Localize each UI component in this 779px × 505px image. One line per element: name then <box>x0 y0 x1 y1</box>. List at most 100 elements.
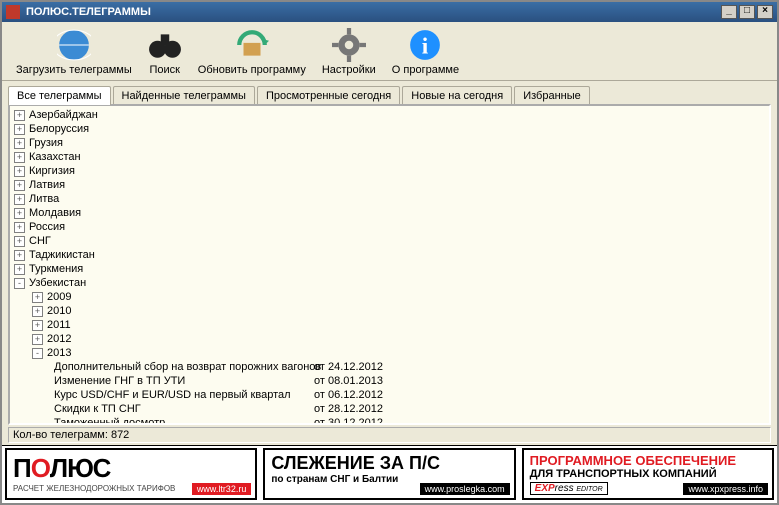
tree-item[interactable]: + Латвия <box>10 178 769 192</box>
search-label: Поиск <box>150 64 180 76</box>
tab-new-today[interactable]: Новые на сегодня <box>402 86 512 105</box>
expand-toggle[interactable]: + <box>32 292 43 303</box>
tree-item[interactable]: + Азербайджан <box>10 108 769 122</box>
gear-icon <box>332 28 366 62</box>
tree-label: Дополнительный сбор на возврат порожних … <box>54 361 314 373</box>
tree-item[interactable]: Таможенный досмотрот 30.12.2012 <box>10 416 769 423</box>
tree-item[interactable]: + Киргизия <box>10 164 769 178</box>
tree-item[interactable]: +2012 <box>10 332 769 346</box>
tree-item[interactable]: Дополнительный сбор на возврат порожних … <box>10 360 769 374</box>
expand-toggle[interactable]: + <box>14 124 25 135</box>
tree-label: 2011 <box>47 319 71 331</box>
search-button[interactable]: Поиск <box>140 26 190 78</box>
tree-item[interactable]: + Россия <box>10 220 769 234</box>
update-label: Обновить программу <box>198 64 306 76</box>
ad3-head: ПРОГРАММНОЕ ОБЕСПЕЧЕНИЕ <box>530 453 766 468</box>
expand-toggle[interactable]: + <box>14 166 25 177</box>
tree-label: 2012 <box>47 333 71 345</box>
tree-item[interactable]: + Молдавия <box>10 206 769 220</box>
ad2-url: www.proslegka.com <box>420 483 510 495</box>
tree-panel: +Азербайджан+Белоруссия+Грузия+Казахстан… <box>8 104 771 425</box>
tree-date: от 24.12.2012 <box>314 361 383 373</box>
tree-item[interactable]: +2009 <box>10 290 769 304</box>
expand-toggle[interactable]: + <box>14 264 25 275</box>
expand-toggle[interactable]: + <box>32 334 43 345</box>
expand-toggle[interactable]: - <box>14 278 25 289</box>
expand-toggle[interactable]: + <box>14 180 25 191</box>
tab-all[interactable]: Все телеграммы <box>8 86 111 105</box>
ad1-url: www.ltr32.ru <box>192 483 252 495</box>
tree-item[interactable]: +2010 <box>10 304 769 318</box>
tree-item[interactable]: +Грузия <box>10 136 769 150</box>
expand-toggle[interactable]: + <box>14 194 25 205</box>
ad-proslegka[interactable]: СЛЕЖЕНИЕ ЗА П/С по странам СНГ и Балтии … <box>263 448 515 500</box>
tree: +Азербайджан+Белоруссия+Грузия+Казахстан… <box>10 106 769 423</box>
ad3-sub: ДЛЯ ТРАНСПОРТНЫХ КОМПАНИЙ <box>530 468 766 480</box>
info-icon: i <box>408 28 442 62</box>
tree-date: от 08.01.2013 <box>314 375 383 387</box>
tree-label: Латвия <box>29 179 65 191</box>
tab-favorites[interactable]: Избранные <box>514 86 590 105</box>
expand-toggle[interactable]: + <box>14 236 25 247</box>
tree-date: от 28.12.2012 <box>314 403 383 415</box>
tree-item[interactable]: +Таджикистан <box>10 248 769 262</box>
tree-item[interactable]: Курс USD/CHF и EUR/USD на первый квартал… <box>10 388 769 402</box>
expand-toggle[interactable]: + <box>14 250 25 261</box>
tab-viewed-today[interactable]: Просмотренные сегодня <box>257 86 400 105</box>
ad2-head: СЛЕЖЕНИЕ ЗА П/С <box>271 453 507 474</box>
telegram-count: Кол-во телеграмм: 872 <box>13 429 129 441</box>
ad1-logo: ПOЛЮС <box>13 453 249 484</box>
expand-toggle[interactable]: + <box>14 110 25 121</box>
ad-polus[interactable]: ПOЛЮС РАСЧЕТ ЖЕЛЕЗНОДОРОЖНЫХ ТАРИФОВ www… <box>5 448 257 500</box>
tree-label: Белоруссия <box>29 123 89 135</box>
expand-toggle[interactable]: + <box>14 138 25 149</box>
binoculars-icon <box>148 28 182 62</box>
tree-label: Молдавия <box>29 207 81 219</box>
close-button[interactable]: × <box>757 5 773 19</box>
tree-label: Киргизия <box>29 165 75 177</box>
tree-item[interactable]: -2013 <box>10 346 769 360</box>
tree-item[interactable]: +2011 <box>10 318 769 332</box>
tree-item[interactable]: +Литва <box>10 192 769 206</box>
update-button[interactable]: Обновить программу <box>190 26 314 78</box>
svg-text:i: i <box>422 34 429 60</box>
minimize-button[interactable]: _ <box>721 5 737 19</box>
expand-toggle[interactable]: + <box>32 306 43 317</box>
ad-xpress[interactable]: ПРОГРАММНОЕ ОБЕСПЕЧЕНИЕ ДЛЯ ТРАНСПОРТНЫХ… <box>522 448 774 500</box>
expand-toggle[interactable]: - <box>32 348 43 359</box>
tree-label: Азербайджан <box>29 109 98 121</box>
app-icon <box>6 5 20 19</box>
ad3-url: www.xpxpress.info <box>683 483 768 495</box>
tree-item[interactable]: + Туркмения <box>10 262 769 276</box>
load-label: Загрузить телеграммы <box>16 64 132 76</box>
tree-item[interactable]: Изменение ГНГ в ТП УТИот 08.01.2013 <box>10 374 769 388</box>
expand-toggle[interactable]: + <box>14 152 25 163</box>
status-bar: Кол-во телеграмм: 872 <box>8 427 771 443</box>
tree-item[interactable]: + Белоруссия <box>10 122 769 136</box>
globe-icon <box>57 28 91 62</box>
tree-item[interactable]: -Узбекистан <box>10 276 769 290</box>
window-title: ПОЛЮС.ТЕЛЕГРАММЫ <box>26 6 721 18</box>
tree-label: Таможенный досмотр <box>54 417 314 423</box>
tree-item[interactable]: + Казахстан <box>10 150 769 164</box>
tree-label: 2009 <box>47 291 71 303</box>
settings-button[interactable]: Настройки <box>314 26 384 78</box>
about-button[interactable]: i О программе <box>384 26 467 78</box>
tree-label: Россия <box>29 221 65 233</box>
load-telegrams-button[interactable]: Загрузить телеграммы <box>8 26 140 78</box>
ad3-brand: EXPress EDITOR <box>530 482 608 495</box>
tree-scroll[interactable]: +Азербайджан+Белоруссия+Грузия+Казахстан… <box>10 106 769 423</box>
tabbar: Все телеграммы Найденные телеграммы Прос… <box>2 81 777 104</box>
tree-item[interactable]: Скидки к ТП СНГот 28.12.2012 <box>10 402 769 416</box>
expand-toggle[interactable]: + <box>14 208 25 219</box>
tree-label: Узбекистан <box>29 277 86 289</box>
expand-toggle[interactable]: + <box>32 320 43 331</box>
tree-label: Казахстан <box>29 151 81 163</box>
tree-label: Скидки к ТП СНГ <box>54 403 314 415</box>
tree-item[interactable]: +СНГ <box>10 234 769 248</box>
expand-toggle[interactable]: + <box>14 222 25 233</box>
tree-date: от 06.12.2012 <box>314 389 383 401</box>
maximize-button[interactable]: □ <box>739 5 755 19</box>
tab-found[interactable]: Найденные телеграммы <box>113 86 255 105</box>
tree-label: Туркмения <box>29 263 83 275</box>
